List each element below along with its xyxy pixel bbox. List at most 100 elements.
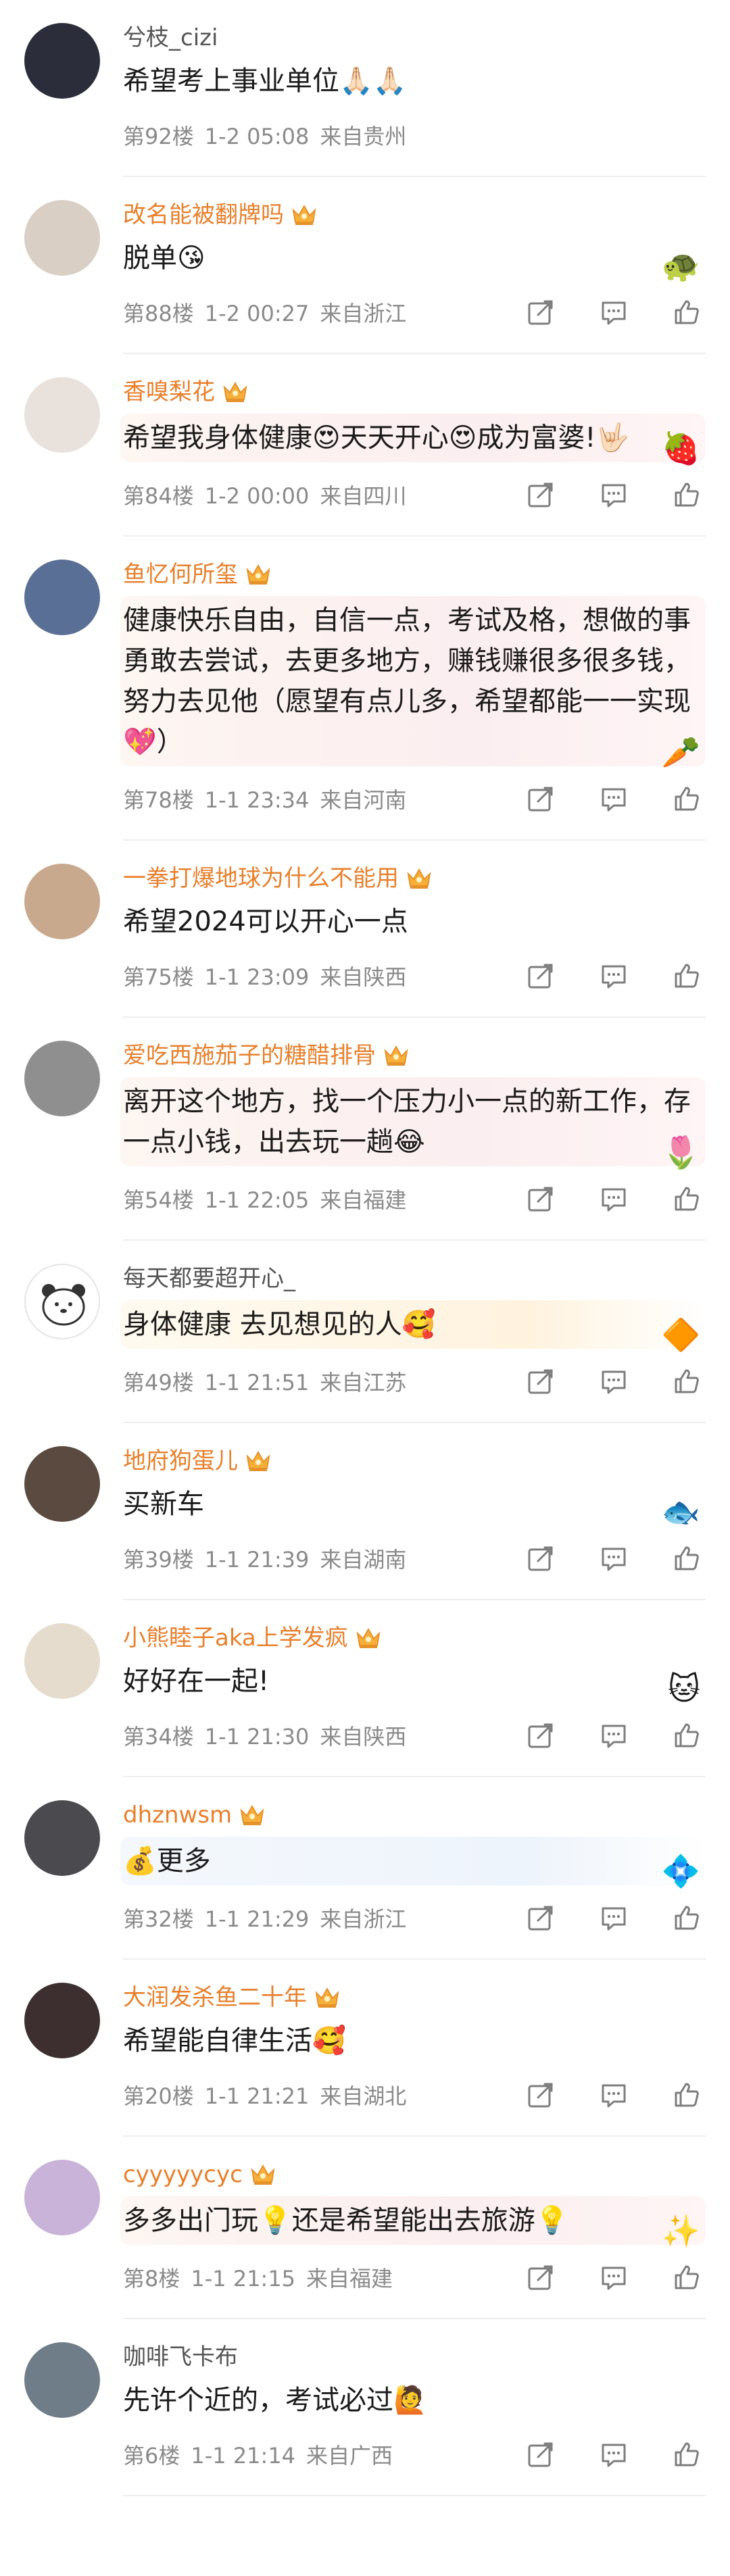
comment-item[interactable]: 兮枝_cizi 希望考上事业单位🙏🏻🙏🏻 第92楼 1-2 05:08 来自贵州	[0, 0, 730, 177]
username[interactable]: 每天都要超开心_	[123, 1264, 295, 1293]
vip-crown-icon	[245, 563, 272, 586]
comment-text: 离开这个地方，找一个压力小一点的新工作，存一点小钱，出去玩一趟😂	[123, 1086, 691, 1158]
comment-item[interactable]: 小熊睦子aka上学发疯 好好在一起! 🐱 第34楼 1-1 21:30 来自陕西	[0, 1600, 730, 1777]
comment-icon[interactable]	[595, 1716, 633, 1754]
comment-location: 来自陕西	[320, 964, 407, 990]
comment-icon[interactable]	[595, 476, 633, 514]
bubble-sticker-icon: 🐟	[661, 1493, 700, 1530]
bubble-sticker-icon: ✨	[661, 2212, 700, 2249]
comment-item[interactable]: 每天都要超开心_ 身体健康 去见想见的人🥰 🔶 第49楼 1-1 21:51 来自江苏	[0, 1241, 730, 1423]
avatar[interactable]	[24, 1264, 100, 1339]
bear-avatar-icon	[42, 1284, 85, 1326]
share-icon[interactable]	[522, 2435, 560, 2473]
like-icon[interactable]	[668, 476, 706, 514]
avatar[interactable]	[24, 560, 100, 635]
share-icon[interactable]	[522, 1899, 560, 1937]
username[interactable]: 改名能被翻牌吗	[123, 200, 284, 230]
comment-location: 来自陕西	[320, 1724, 407, 1750]
comment-icon[interactable]	[595, 293, 633, 331]
avatar[interactable]	[24, 2342, 100, 2418]
username[interactable]: 爱吃西施茄子的糖醋排骨	[123, 1041, 376, 1070]
username[interactable]: 咖啡飞卡布	[123, 2342, 238, 2372]
comment-item[interactable]: 大润发杀鱼二十年 希望能自律生活🥰 第20楼 1-1 21:21 来自湖北	[0, 1960, 730, 2137]
avatar[interactable]	[24, 2160, 100, 2235]
comment-item[interactable]: 一拳打爆地球为什么不能用 希望2024可以开心一点 第75楼 1-1 23:09 来自陕…	[0, 841, 730, 1018]
like-icon[interactable]	[668, 293, 706, 331]
comment-time: 1-1 21:30	[204, 1724, 310, 1750]
share-icon[interactable]	[522, 1180, 560, 1218]
comment-item[interactable]: 改名能被翻牌吗 脱单😘 🐢 第88楼 1-2 00:27 来自浙江	[0, 177, 730, 354]
avatar[interactable]	[24, 1446, 100, 1522]
comment-meta: 第49楼 1-1 21:51 来自江苏	[123, 1366, 417, 1397]
comment-icon[interactable]	[595, 1899, 633, 1937]
avatar[interactable]	[24, 377, 100, 453]
comment-meta: 第8楼 1-1 21:15 来自福建	[123, 2262, 404, 2293]
comment-icon[interactable]	[595, 1539, 633, 1577]
comment-item[interactable]: 爱吃西施茄子的糖醋排骨离开这个地方，找一个压力小一点的新工作，存一点小钱，出去玩…	[0, 1018, 730, 1241]
avatar[interactable]	[24, 1983, 100, 2058]
comment-item[interactable]: 地府狗蛋儿 买新车 🐟 第39楼 1-1 21:39 来自湖南	[0, 1423, 730, 1600]
avatar[interactable]	[24, 1800, 100, 1876]
username[interactable]: 小熊睦子aka上学发疯	[123, 1623, 348, 1653]
floor-number: 第32楼	[123, 1906, 194, 1932]
comment-location: 来自湖北	[320, 2083, 407, 2109]
comment-meta: 第54楼 1-1 22:05 来自福建	[123, 1183, 417, 1214]
like-icon[interactable]	[668, 2435, 706, 2473]
share-icon[interactable]	[522, 2076, 560, 2114]
comment-text: 希望考上事业单位🙏🏻🙏🏻	[123, 66, 407, 97]
comment-location: 来自浙江	[320, 1906, 407, 1932]
share-icon[interactable]	[522, 293, 560, 331]
comment-bubble: 买新车 🐟	[123, 1483, 706, 1530]
comment-bubble: 健康快乐自由，自信一点，考试及格，想做的事勇敢去尝试，去更多地方，赚钱赚很多很多…	[120, 596, 706, 769]
username[interactable]: 香嗅梨花	[123, 377, 215, 407]
comment-time: 1-1 23:09	[204, 964, 310, 990]
comment-icon[interactable]	[595, 1362, 633, 1400]
like-icon[interactable]	[668, 2258, 706, 2296]
share-icon[interactable]	[522, 2258, 560, 2296]
like-icon[interactable]	[668, 957, 706, 995]
comment-item[interactable]: dhznwsm 💰更多 💠 第32楼 1-1 21:29 来自浙江	[0, 1777, 730, 1960]
comment-item[interactable]: 鱼忆何所玺健康快乐自由，自信一点，考试及格，想做的事勇敢去尝试，去更多地方，赚钱…	[0, 537, 730, 841]
like-icon[interactable]	[668, 2076, 706, 2114]
like-icon[interactable]	[668, 1716, 706, 1754]
share-icon[interactable]	[522, 957, 560, 995]
like-icon[interactable]	[668, 1539, 706, 1577]
comment-icon[interactable]	[595, 957, 633, 995]
share-icon[interactable]	[522, 780, 560, 818]
share-icon[interactable]	[522, 1539, 560, 1577]
comment-item[interactable]: cyyyyycyc 多多出门玩💡还是希望能出去旅游💡 ✨ 第8楼 1-1 21:15 来自…	[0, 2137, 730, 2319]
comment-icon[interactable]	[595, 2435, 633, 2473]
comment-icon[interactable]	[595, 780, 633, 818]
avatar[interactable]	[24, 864, 100, 939]
avatar[interactable]	[24, 23, 100, 99]
share-icon[interactable]	[522, 1716, 560, 1754]
username[interactable]: 大润发杀鱼二十年	[123, 1983, 307, 2012]
like-icon[interactable]	[668, 1362, 706, 1400]
username[interactable]: 地府狗蛋儿	[123, 1446, 238, 1476]
comment-time: 1-1 21:21	[204, 2083, 310, 2109]
avatar[interactable]	[24, 1623, 100, 1699]
like-icon[interactable]	[668, 780, 706, 818]
username[interactable]: 兮枝_cizi	[123, 23, 218, 53]
bubble-sticker-icon: 💠	[661, 1853, 700, 1889]
comment-item[interactable]: 咖啡飞卡布 先许个近的，考试必过🙋 第6楼 1-1 21:14 来自广西	[0, 2319, 730, 2496]
username[interactable]: 鱼忆何所玺	[123, 560, 238, 589]
divider	[123, 2495, 706, 2496]
comment-icon[interactable]	[595, 1180, 633, 1218]
comment-time: 1-1 22:05	[204, 1187, 310, 1213]
like-icon[interactable]	[668, 1899, 706, 1937]
avatar[interactable]	[24, 1041, 100, 1116]
like-icon[interactable]	[668, 1180, 706, 1218]
comment-item[interactable]: 香嗅梨花 希望我身体健康😍天天开心😍成为富婆!🤟🏻 🍓 第84楼 1-2 00:00 来自…	[0, 354, 730, 537]
floor-number: 第84楼	[123, 483, 194, 509]
avatar[interactable]	[24, 200, 100, 276]
username[interactable]: 一拳打爆地球为什么不能用	[123, 864, 399, 893]
comment-text: 好好在一起!	[123, 1666, 270, 1697]
floor-number: 第49楼	[123, 1370, 194, 1395]
share-icon[interactable]	[522, 1362, 560, 1400]
username[interactable]: cyyyyycyc	[123, 2160, 243, 2189]
share-icon[interactable]	[522, 476, 560, 514]
comment-icon[interactable]	[595, 2076, 633, 2114]
comment-icon[interactable]	[595, 2258, 633, 2296]
username[interactable]: dhznwsm	[123, 1800, 232, 1830]
